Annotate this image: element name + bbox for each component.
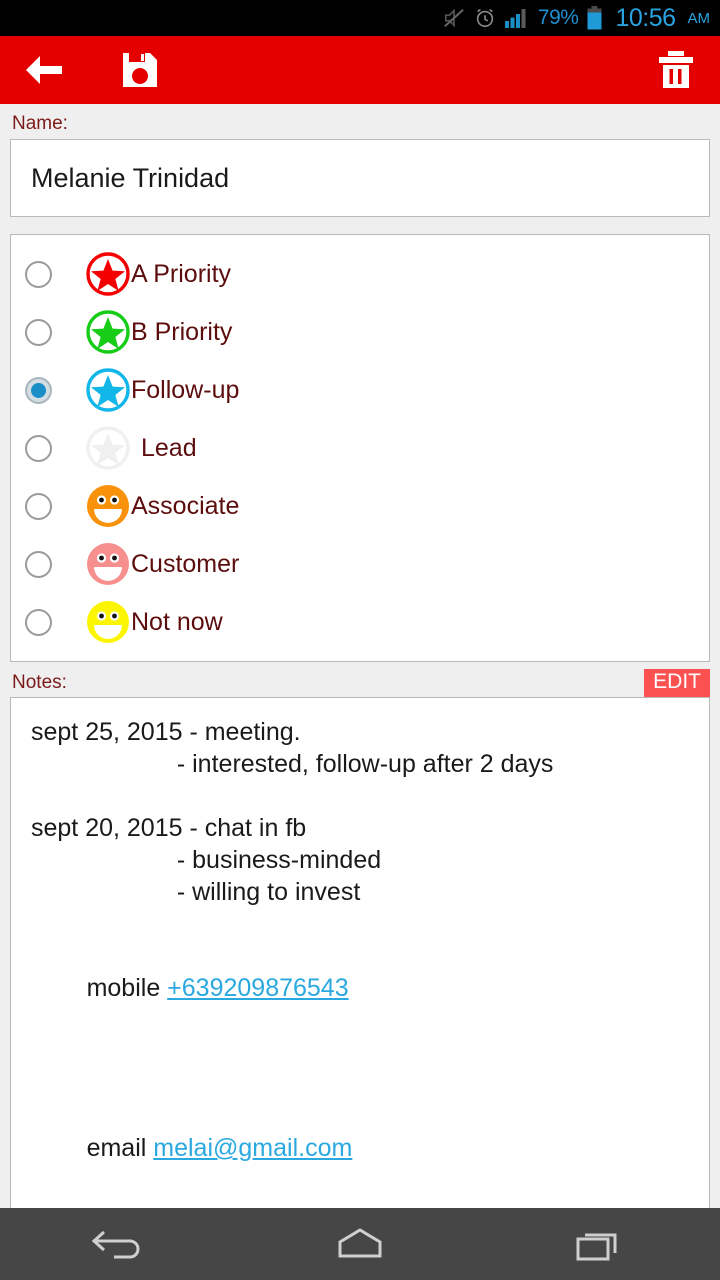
form-content: Name: Melanie Trinidad A Priority B Prio… (0, 104, 720, 1210)
status-bar: 79% 10:56 AM (0, 0, 720, 36)
smiley-icon (87, 601, 129, 643)
notes-email-line: email melai@gmail.com (31, 1100, 689, 1196)
priority-label: Follow-up (131, 375, 240, 404)
radio-not-now[interactable] (25, 608, 52, 636)
signal-icon (504, 8, 529, 28)
mute-icon (443, 7, 465, 29)
notes-header: Notes: EDIT (10, 662, 710, 697)
priority-label: A Priority (131, 259, 232, 288)
star-icon (86, 310, 130, 354)
priority-option-customer[interactable]: Customer (11, 535, 709, 593)
name-label: Name: (12, 113, 68, 134)
android-nav-bar (0, 1208, 720, 1280)
smiley-icon (87, 485, 129, 527)
radio-follow-up[interactable] (25, 376, 52, 404)
priority-label: B Priority (131, 317, 233, 346)
priority-label: Associate (131, 491, 240, 520)
priority-label: Customer (131, 549, 240, 578)
edit-button[interactable]: EDIT (644, 668, 710, 697)
nav-recents-icon (576, 1233, 617, 1261)
notes-line: - business-minded (31, 846, 382, 874)
star-icon (86, 426, 130, 470)
nav-recents-button[interactable] (555, 1214, 645, 1274)
status-time: 10:56 (615, 3, 676, 32)
radio-associate[interactable] (25, 492, 52, 520)
notes-blank-line (31, 780, 689, 812)
back-arrow-icon (26, 56, 62, 84)
save-button[interactable] (118, 48, 162, 92)
app-toolbar (0, 36, 720, 104)
alarm-icon (474, 7, 496, 29)
notes-blank-line (31, 1036, 689, 1068)
nav-back-button[interactable] (75, 1214, 165, 1274)
smiley-icon (87, 543, 129, 585)
star-icon (86, 368, 130, 412)
priority-label: Lead (141, 433, 197, 462)
radio-customer[interactable] (25, 550, 52, 578)
priority-option-not-now[interactable]: Not now (11, 593, 709, 651)
priority-option-a-priority[interactable]: A Priority (11, 245, 709, 303)
notes-line: - interested, follow-up after 2 days (31, 750, 554, 778)
delete-trash-icon (659, 51, 693, 88)
back-button[interactable] (22, 48, 66, 92)
nav-home-button[interactable] (315, 1214, 405, 1274)
phone-link[interactable]: +639209876543 (167, 974, 348, 1002)
nav-back-icon (92, 1230, 140, 1259)
star-icon (86, 252, 130, 296)
phone-screen: 79% 10:56 AM Name: Melanie Trinidad A Pr… (0, 0, 720, 1280)
notes-mobile-line: mobile +639209876543 (31, 940, 689, 1036)
nav-home-icon (338, 1228, 382, 1258)
name-value: Melanie Trinidad (31, 162, 230, 193)
priority-option-b-priority[interactable]: B Priority (11, 303, 709, 361)
save-floppy-icon (123, 53, 157, 87)
name-input[interactable]: Melanie Trinidad (10, 139, 710, 217)
priority-label: Not now (131, 607, 223, 636)
notes-blank-line (31, 1068, 689, 1100)
battery-percent: 79% (537, 6, 579, 29)
notes-line: sept 20, 2015 - chat in fb (31, 814, 307, 842)
radio-a-priority[interactable] (25, 260, 52, 288)
notes-mobile-label: mobile (86, 974, 168, 1002)
notes-blank-line (31, 908, 689, 940)
status-meridiem: AM (687, 9, 711, 27)
radio-lead[interactable] (25, 434, 52, 462)
notes-email-label: email (86, 1134, 154, 1162)
priority-option-associate[interactable]: Associate (11, 477, 709, 535)
priority-option-lead[interactable]: Lead (11, 419, 709, 477)
delete-button[interactable] (654, 48, 698, 92)
notes-line: - willing to invest (31, 878, 361, 906)
email-link[interactable]: melai@gmail.com (153, 1134, 352, 1162)
notes-line: sept 25, 2015 - meeting. (31, 718, 301, 746)
notes-body[interactable]: sept 25, 2015 - meeting. - interested, f… (10, 697, 710, 1210)
radio-b-priority[interactable] (25, 318, 52, 346)
battery-icon (587, 6, 602, 30)
priority-option-follow-up[interactable]: Follow-up (11, 361, 709, 419)
priority-group: A Priority B Priority Follow-up Lead Ass… (10, 234, 710, 662)
notes-label: Notes: (12, 672, 67, 693)
